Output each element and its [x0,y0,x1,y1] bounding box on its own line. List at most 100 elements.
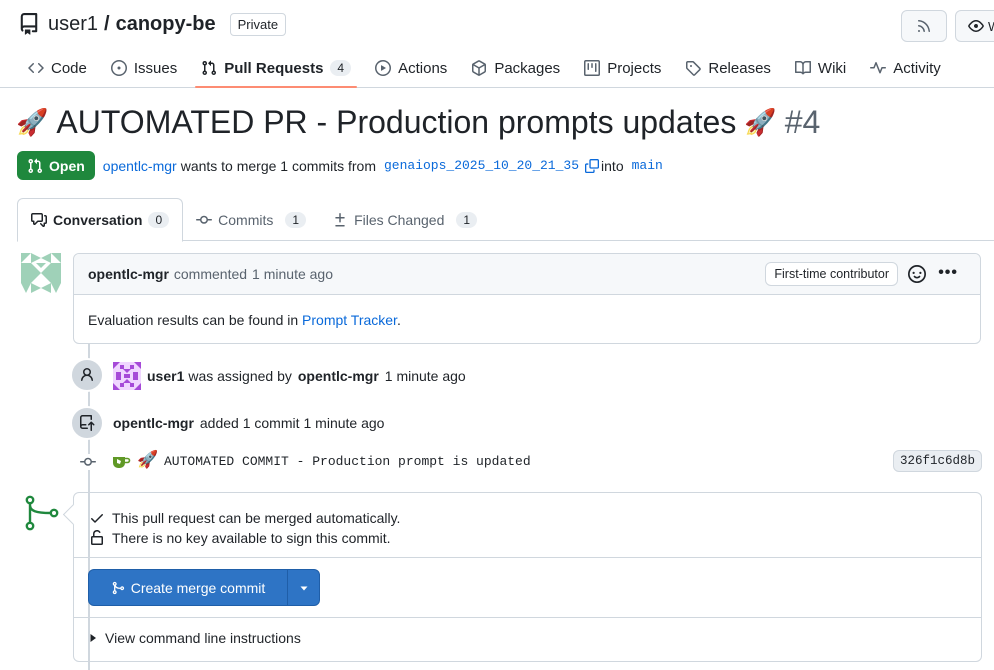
tab-releases[interactable]: Releases [673,50,783,86]
merge-button-group: Create merge commit [88,569,320,606]
pr-state-badge: Open [17,151,95,180]
commit-icon [196,215,213,224]
comment-time[interactable]: 1 minute ago [252,266,333,282]
eye-icon [968,20,984,32]
kebab-horizontal-icon[interactable]: ••• [938,264,958,282]
tab-code-label: Code [51,59,87,77]
gitea-icon [113,457,131,468]
repo-push-icon [80,415,95,431]
comment-action: commented [173,266,248,282]
rocket-icon: 🚀 [744,107,777,137]
tab-commits[interactable]: Commits 1 [183,198,319,241]
tab-pull-requests-label: Pull Requests [224,59,324,77]
conversation-count: 0 [148,212,170,228]
repo-name-link[interactable]: canopy-be [116,13,216,36]
rocket-icon: 🚀 [137,450,159,469]
pull-request-icon [28,158,43,173]
pr-author-link[interactable]: opentlc-mgr [103,158,177,174]
tab-conversation[interactable]: Conversation 0 [17,198,184,242]
commit-added-time[interactable]: 1 minute ago [304,415,385,431]
tab-actions-label: Actions [398,59,448,77]
pr-title-text: AUTOMATED PR - Production prompts update… [56,104,737,140]
repo-icon [20,13,38,35]
comment-header: opentlc-mgr commented 1 minute ago First… [74,254,980,295]
tab-files-changed-label: Files Changed [354,211,445,228]
tab-issues[interactable]: Issues [99,50,189,86]
commit-icon [80,454,96,470]
unlock-icon [91,530,103,545]
tab-code[interactable]: Code [18,50,99,86]
rss-button[interactable] [901,10,947,42]
book-icon [794,60,811,75]
pr-number: #4 [784,104,821,140]
files-changed-count: 1 [456,211,478,228]
first-time-contributor-badge: First-time contributor [765,262,898,286]
avatar[interactable] [113,362,141,390]
tab-files-changed[interactable]: Files Changed 1 [319,198,490,241]
avatar[interactable] [21,253,61,293]
tab-actions[interactable]: Actions [363,50,459,86]
head-branch-link[interactable]: genaiops_2025_10_20_21_35 [384,158,579,173]
command-line-instructions-toggle[interactable]: View command line instructions [88,630,301,646]
person-icon [81,368,93,382]
divider [74,557,981,558]
comment-author-link[interactable]: opentlc-mgr [88,266,169,282]
repo-separator: / [104,12,110,35]
create-merge-commit-button[interactable]: Create merge commit [89,570,288,605]
commit-row: 🚀 AUTOMATED COMMIT - Production prompt i… [80,450,982,474]
tab-activity-label: Activity [893,59,941,77]
base-branch-link[interactable]: main [632,158,663,173]
assigned-text: was assigned by [188,368,292,384]
push-event-badge [70,406,104,440]
assigned-event: user1 was assigned by opentlc-mgr 1 minu… [113,362,466,390]
rocket-icon: 🚀 [16,107,49,137]
signing-status-row: There is no key available to sign this c… [89,530,391,546]
smiley-icon[interactable] [908,265,926,283]
divider [74,617,981,618]
git-merge-icon [112,581,124,594]
tab-packages-label: Packages [494,59,561,77]
repo-nav-tabs: Code Issues Pull Requests 4 Actions Pack… [18,50,953,88]
assignee-link[interactable]: user1 [147,368,184,384]
repo-title: user1 / canopy-be Private [18,12,287,36]
merge-status-row: This pull request can be merged automati… [89,510,400,526]
tab-projects[interactable]: Projects [572,50,673,86]
commit-sha-link[interactable]: 326f1c6d8b [892,450,982,472]
project-icon [584,60,601,76]
pr-merge-text: wants to merge 1 commits from [180,157,376,174]
assigned-actor-link[interactable]: opentlc-mgr [298,368,379,384]
assigned-time[interactable]: 1 minute ago [385,368,466,384]
comment-body-suffix: . [396,312,401,328]
merge-options-dropdown[interactable] [288,570,319,605]
comment-box: opentlc-mgr commented 1 minute ago First… [73,253,981,344]
tag-icon [686,61,702,76]
repo-header: user1 / canopy-be Private W Code Issues … [0,0,994,88]
repo-owner-link[interactable]: user1 [48,13,98,36]
tab-packages[interactable]: Packages [459,50,572,86]
pr-subtabs: Conversation 0 Commits 1 Files Changed 1 [17,198,994,242]
comment-body-prefix: Evaluation results can be found in [88,312,299,328]
prompt-tracker-link[interactable]: Prompt Tracker [302,312,397,328]
copy-icon[interactable] [585,158,600,173]
pr-meta: Open opentlc-mgr wants to merge 1 commit… [17,151,663,180]
git-merge-icon [25,495,59,531]
merge-status-text: This pull request can be merged automati… [112,510,401,526]
commit-message-link[interactable]: AUTOMATED COMMIT - Production prompt is … [164,454,531,469]
tab-wiki-label: Wiki [817,59,847,77]
tab-pull-requests[interactable]: Pull Requests 4 [189,50,363,88]
tab-commits-label: Commits [218,211,274,228]
command-line-instructions-label: View command line instructions [105,630,301,646]
commit-actor-link[interactable]: opentlc-mgr [113,415,194,431]
tab-wiki[interactable]: Wiki [783,50,858,86]
tab-projects-label: Projects [607,59,662,77]
diff-icon [335,212,345,226]
tab-activity[interactable]: Activity [858,50,953,86]
visibility-badge: Private [229,12,287,36]
merge-box: This pull request can be merged automati… [73,492,982,662]
pr-state-label: Open [49,157,85,174]
triangle-down-icon [300,586,307,590]
person-event-badge [70,358,104,392]
watch-button[interactable]: W [955,10,994,42]
commit-added-event: opentlc-mgr added 1 commit 1 minute ago [113,415,384,431]
issue-icon [110,60,127,76]
